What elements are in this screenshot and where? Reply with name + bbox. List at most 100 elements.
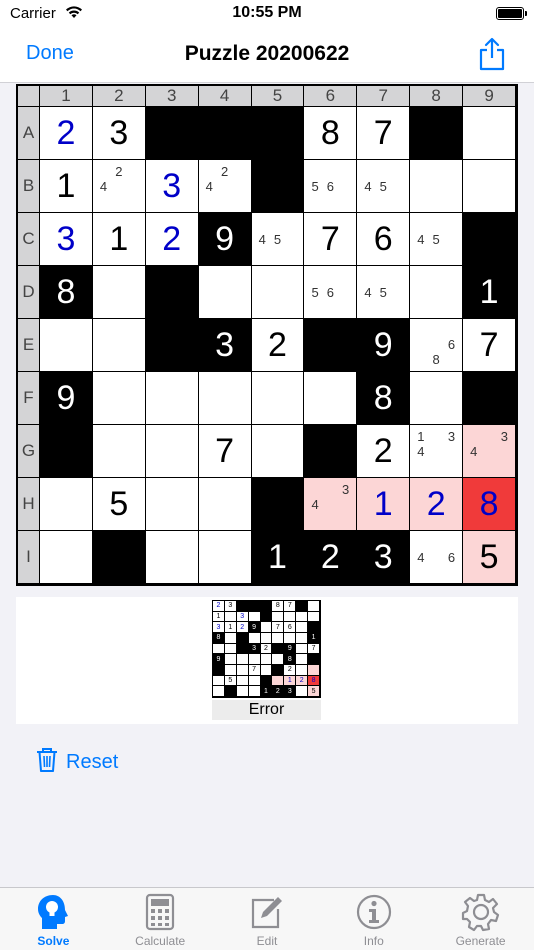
- grid-cell[interactable]: [410, 372, 464, 425]
- grid-cell[interactable]: 9: [357, 319, 411, 372]
- grid-cell[interactable]: [463, 160, 516, 213]
- tab-calculate[interactable]: Calculate: [107, 888, 214, 950]
- grid-cell[interactable]: [251, 160, 305, 213]
- grid-cell[interactable]: [198, 266, 252, 319]
- grid-cell[interactable]: 5: [463, 531, 516, 584]
- grid-cell[interactable]: 2: [410, 478, 464, 531]
- grid-cell[interactable]: 8: [304, 107, 358, 160]
- grid-cell[interactable]: 2: [357, 425, 411, 478]
- grid-cell[interactable]: 7: [357, 107, 411, 160]
- grid-cell[interactable]: [251, 425, 305, 478]
- grid-cell[interactable]: 2: [145, 213, 199, 266]
- grid-cell[interactable]: [145, 266, 199, 319]
- grid-cell[interactable]: 7: [304, 213, 358, 266]
- thumbnail-cell: 8: [213, 633, 225, 644]
- thumbnail-cell: [272, 665, 285, 676]
- grid-cell[interactable]: 8: [40, 266, 93, 319]
- grid-cell[interactable]: [145, 107, 199, 160]
- grid-cell[interactable]: 45: [357, 160, 411, 213]
- grid-cell[interactable]: 3: [145, 160, 199, 213]
- grid-cell[interactable]: [92, 319, 146, 372]
- grid-cell[interactable]: [304, 372, 358, 425]
- grid-cell[interactable]: 2: [304, 531, 358, 584]
- grid-cell[interactable]: [198, 107, 252, 160]
- grid-cell[interactable]: 56: [304, 266, 358, 319]
- grid-cell[interactable]: 8: [463, 478, 516, 531]
- grid-cell[interactable]: 1: [357, 478, 411, 531]
- grid-cell[interactable]: [251, 266, 305, 319]
- grid-cell[interactable]: [40, 531, 93, 584]
- grid-cell[interactable]: [92, 425, 146, 478]
- tab-generate[interactable]: Generate: [427, 888, 534, 950]
- grid-cell[interactable]: 1: [92, 213, 146, 266]
- cell-value: 8: [373, 379, 393, 417]
- thumbnail-cell: [260, 611, 273, 623]
- grid-cell[interactable]: 46: [410, 531, 464, 584]
- grid-cell[interactable]: 9: [198, 213, 252, 266]
- grid-cell[interactable]: 3: [40, 213, 93, 266]
- grid-cell[interactable]: 3: [357, 531, 411, 584]
- grid-cell[interactable]: [251, 372, 305, 425]
- grid-cell[interactable]: [251, 478, 305, 531]
- grid-cell[interactable]: [410, 107, 464, 160]
- grid-cell[interactable]: 134: [410, 425, 464, 478]
- grid-cell[interactable]: 45: [251, 213, 305, 266]
- grid-cell[interactable]: [410, 160, 464, 213]
- grid-cell[interactable]: 1: [463, 266, 516, 319]
- grid-cell[interactable]: 5: [92, 478, 146, 531]
- grid-cell[interactable]: [145, 319, 199, 372]
- grid-cell[interactable]: [40, 425, 93, 478]
- grid-cell[interactable]: 7: [198, 425, 252, 478]
- grid-cell[interactable]: 8: [357, 372, 411, 425]
- grid-cell[interactable]: 34: [463, 425, 516, 478]
- grid-cell[interactable]: [410, 266, 464, 319]
- grid-cell[interactable]: [304, 319, 358, 372]
- grid-cell[interactable]: [251, 107, 305, 160]
- tab-label: Edit: [256, 934, 278, 948]
- grid-cell[interactable]: [463, 107, 516, 160]
- tab-label: Solve: [37, 934, 70, 948]
- grid-cell[interactable]: 3: [198, 319, 252, 372]
- grid-cell[interactable]: 56: [304, 160, 358, 213]
- grid-corner: [18, 86, 40, 107]
- tab-solve[interactable]: Solve: [0, 888, 107, 950]
- grid-cell[interactable]: 2: [40, 107, 93, 160]
- grid-cell[interactable]: 9: [40, 372, 93, 425]
- grid-cell[interactable]: [463, 213, 516, 266]
- info-icon: [354, 892, 394, 937]
- tab-edit[interactable]: Edit: [214, 888, 321, 950]
- grid-cell[interactable]: [198, 372, 252, 425]
- tab-info[interactable]: Info: [320, 888, 427, 950]
- share-icon[interactable]: [478, 36, 506, 72]
- grid-cell[interactable]: [145, 531, 199, 584]
- grid-cell[interactable]: 68: [410, 319, 464, 372]
- grid-cell[interactable]: 34: [304, 478, 358, 531]
- puzzle-thumbnail[interactable]: 238713312976813297987251281235: [212, 600, 321, 698]
- grid-cell[interactable]: [40, 319, 93, 372]
- grid-cell[interactable]: 3: [92, 107, 146, 160]
- grid-cell[interactable]: 24: [92, 160, 146, 213]
- grid-cell[interactable]: [92, 266, 146, 319]
- grid-cell[interactable]: 7: [463, 319, 516, 372]
- grid-cell[interactable]: 45: [357, 266, 411, 319]
- grid-cell[interactable]: [145, 478, 199, 531]
- grid-cell[interactable]: [198, 531, 252, 584]
- grid-cell[interactable]: [304, 425, 358, 478]
- grid-cell[interactable]: 45: [410, 213, 464, 266]
- grid-cell[interactable]: 6: [357, 213, 411, 266]
- grid-cell[interactable]: [463, 372, 516, 425]
- grid-cell[interactable]: [40, 478, 93, 531]
- grid-cell[interactable]: [92, 372, 146, 425]
- thumbnail-cell: [213, 665, 225, 676]
- grid-cell[interactable]: [198, 478, 252, 531]
- reset-button[interactable]: Reset: [36, 747, 118, 776]
- thumbnail-cell: [272, 654, 285, 665]
- grid-cell[interactable]: [145, 372, 199, 425]
- grid-cell[interactable]: 24: [198, 160, 252, 213]
- grid-cell[interactable]: 1: [40, 160, 93, 213]
- grid-cell[interactable]: [92, 531, 146, 584]
- tab-label: Info: [363, 934, 384, 948]
- grid-cell[interactable]: [145, 425, 199, 478]
- grid-cell[interactable]: 2: [251, 319, 305, 372]
- grid-cell[interactable]: 1: [251, 531, 305, 584]
